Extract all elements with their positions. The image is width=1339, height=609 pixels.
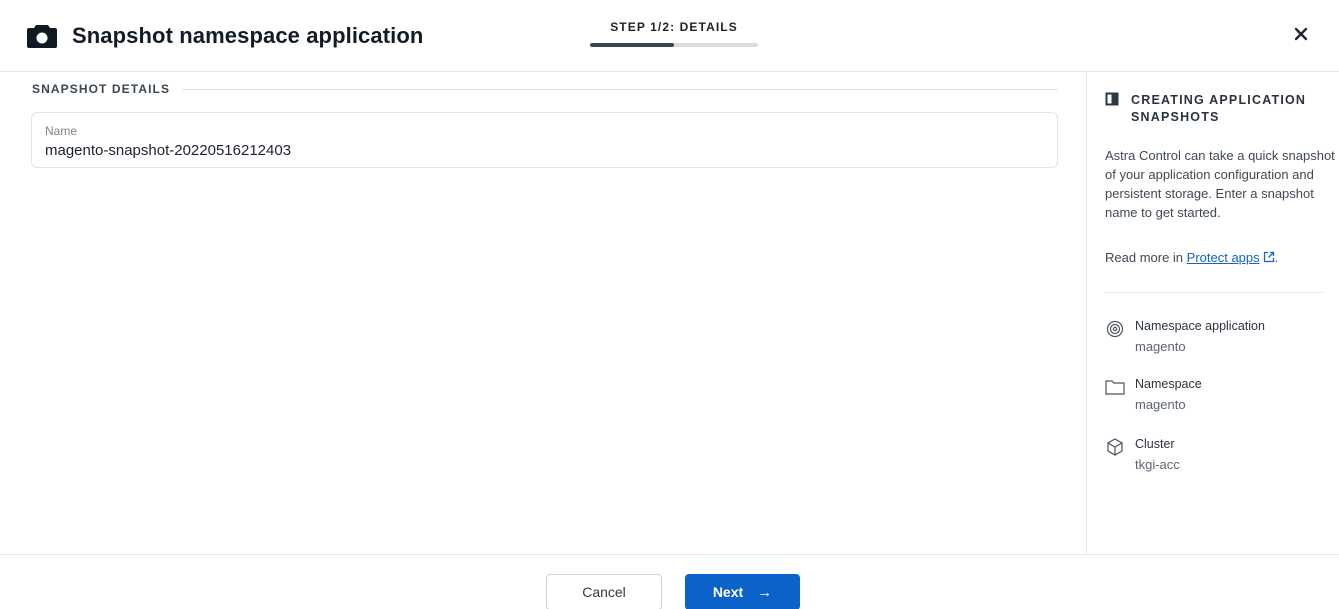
info-label: Namespace application	[1135, 319, 1265, 333]
protect-apps-link[interactable]: Protect apps	[1187, 250, 1275, 265]
step-label: STEP 1/2: DETAILS	[610, 20, 738, 34]
next-button-label: Next	[712, 584, 744, 600]
arrow-right-icon: →	[757, 583, 773, 601]
namespace-application-icon	[1106, 320, 1124, 338]
sidebar-divider	[1105, 292, 1323, 293]
folder-icon	[1105, 380, 1125, 395]
info-value: magento	[1135, 339, 1186, 354]
info-namespace: Namespace magento	[1105, 376, 1335, 413]
section-header: SNAPSHOT DETAILS	[32, 80, 1058, 98]
info-namespace-application: Namespace application magento	[1105, 318, 1335, 355]
snapshot-name-input[interactable]	[45, 142, 1035, 159]
sidebar-description: Astra Control can take a quick snapshot …	[1105, 148, 1335, 220]
sidebar-title: CREATING APPLICATION SNAPSHOTS	[1131, 93, 1307, 124]
footer-divider	[0, 554, 1339, 555]
read-more-prefix: Read more in	[1105, 250, 1187, 265]
sidebar-header: CREATING APPLICATION SNAPSHOTS	[1105, 92, 1325, 126]
cancel-button[interactable]: Cancel	[546, 574, 662, 609]
info-value: tkgi-acc	[1135, 457, 1180, 472]
step-progress-bar	[590, 43, 758, 47]
info-cluster: Cluster tkgi-acc	[1105, 436, 1335, 473]
read-more-suffix: .	[1274, 250, 1279, 265]
step-progress-fill	[590, 43, 674, 47]
book-icon	[1105, 92, 1119, 106]
close-icon	[1294, 27, 1308, 41]
name-field-label: Name	[45, 124, 78, 138]
page-title: Snapshot namespace application	[72, 23, 424, 48]
protect-apps-link-text: Protect apps	[1186, 250, 1260, 265]
camera-icon	[27, 25, 57, 48]
section-divider	[182, 88, 1058, 90]
info-value: magento	[1135, 397, 1186, 412]
section-title: SNAPSHOT DETAILS	[32, 82, 171, 96]
next-button[interactable]: Next →	[685, 574, 800, 609]
help-sidebar: CREATING APPLICATION SNAPSHOTS Astra Con…	[1086, 72, 1339, 554]
read-more: Read more in Protect apps.	[1105, 250, 1337, 265]
cluster-icon	[1107, 438, 1123, 456]
close-button[interactable]	[1289, 22, 1313, 46]
step-indicator: STEP 1/2: DETAILS	[590, 20, 758, 47]
snapshot-name-field[interactable]: Name	[31, 112, 1058, 168]
info-label: Namespace	[1135, 377, 1202, 391]
title-group: Snapshot namespace application	[26, 20, 423, 52]
cancel-button-label: Cancel	[582, 584, 626, 600]
wizard-header: Snapshot namespace application STEP 1/2:…	[0, 0, 1339, 72]
info-label: Cluster	[1135, 437, 1175, 451]
external-link-icon	[1263, 251, 1274, 263]
